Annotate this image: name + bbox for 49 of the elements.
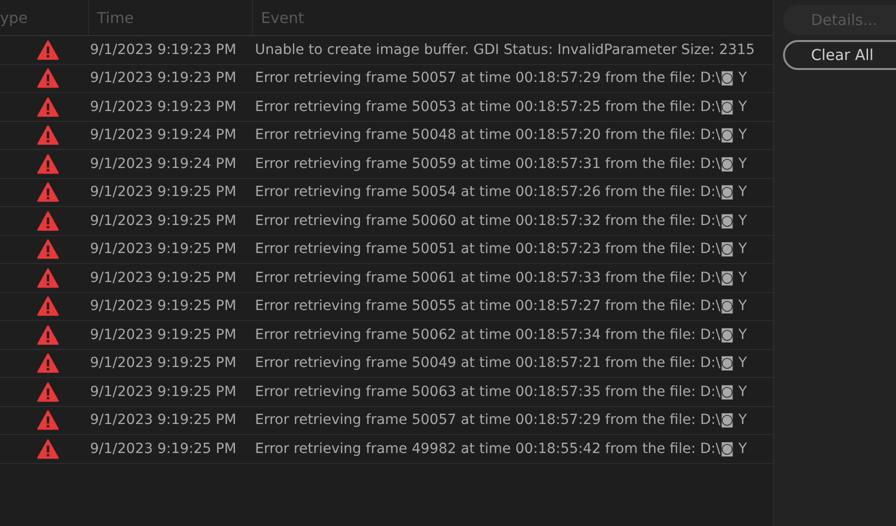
table-cell-text: 9/1/2023 9:19:25 PM — [89, 270, 238, 286]
warning-icon — [37, 96, 59, 117]
warning-icon — [37, 268, 59, 288]
warning-icon — [37, 182, 59, 202]
table-cell-text: Unable to create image buffer. GDI Status: InvalidParameter Size: 2315 — [254, 42, 756, 58]
warning-icon — [37, 353, 59, 374]
table-cell-text: Error retrieving frame 50053 at time 00:18:57:25 from the file: D:\◙ Y — [254, 98, 748, 115]
table-cell-text: Error retrieving frame 50055 at time 00:18:57:27 from the file: D:\◙ Y — [254, 298, 748, 314]
table-cell-text: Error retrieving frame 50051 at time 00:18:57:23 from the file: D:\◙ Y — [254, 241, 748, 258]
table-cell-text: Error retrieving frame 49982 at time 00:18:55:42 from the file: D:\◙ Y — [254, 440, 748, 457]
table-cell-text: 9/1/2023 9:19:25 PM — [89, 326, 238, 343]
table-cell-text: 9/1/2023 9:19:25 PM — [89, 384, 238, 400]
table-cell-text: Error retrieving frame 50063 at time 00:18:57:35 from the file: D:\◙ Y — [254, 384, 748, 400]
table-cell-text: 9/1/2023 9:19:25 PM — [89, 241, 238, 258]
column-header[interactable]: Time — [88, 0, 252, 35]
column-header[interactable]: ype — [0, 0, 88, 35]
table-cell-text: Error retrieving frame 50060 at time 00:18:57:32 from the file: D:\◙ Y — [254, 212, 748, 229]
table-cell-text: Error retrieving frame 50049 at time 00:18:57:21 from the file: D:\◙ Y — [254, 355, 748, 372]
table-cell-text: Error retrieving frame 50048 at time 00:18:57:20 from the file: D:\◙ Y — [254, 127, 748, 144]
table-cell-text: Error retrieving frame 50062 at time 00:18:57:34 from the file: D:\◙ Y — [254, 326, 748, 343]
table-cell-text: Error retrieving frame 50059 at time 00:18:57:31 from the file: D:\◙ Y — [254, 156, 748, 172]
warning-icon — [37, 324, 59, 345]
table-cell-text: 9/1/2023 9:19:25 PM — [89, 212, 238, 229]
warning-icon — [37, 210, 59, 231]
warning-icon — [37, 68, 59, 88]
table-cell-text: 9/1/2023 9:19:24 PM — [89, 156, 238, 172]
warning-icon — [37, 382, 59, 402]
warning-icon — [37, 125, 59, 146]
warning-icon — [37, 438, 59, 459]
warning-icon — [37, 154, 59, 174]
warning-icon — [37, 40, 59, 60]
table-cell-text: 9/1/2023 9:19:23 PM — [89, 98, 238, 115]
table-cell-text: 9/1/2023 9:19:25 PM — [89, 298, 238, 314]
table-cell-text: 9/1/2023 9:19:25 PM — [89, 355, 238, 372]
table-cell-text: Error retrieving frame 50057 at time 00:18:57:29 from the file: D:\◙ Y — [254, 70, 748, 86]
warning-icon — [37, 296, 59, 316]
table-cell-text: Error retrieving frame 50057 at time 00:18:57:29 from the file: D:\◙ Y — [254, 412, 748, 428]
clear-all-button[interactable]: Clear All — [783, 40, 896, 70]
warning-icon — [37, 410, 59, 430]
table-cell-text: 9/1/2023 9:19:23 PM — [89, 70, 238, 86]
table-cell-text: Error retrieving frame 50054 at time 00:18:57:26 from the file: D:\◙ Y — [254, 184, 748, 200]
table-cell-text: 9/1/2023 9:19:23 PM — [89, 42, 238, 58]
column-header[interactable]: Event — [252, 0, 773, 35]
table-cell-text: 9/1/2023 9:19:25 PM — [89, 440, 238, 457]
warning-icon — [37, 239, 59, 260]
table-cell-text: 9/1/2023 9:19:24 PM — [89, 127, 238, 144]
table-cell-text: 9/1/2023 9:19:25 PM — [89, 412, 238, 428]
table-cell-text: 9/1/2023 9:19:25 PM — [89, 184, 238, 200]
table-cell-text: Error retrieving frame 50061 at time 00:18:57:33 from the file: D:\◙ Y — [254, 270, 748, 286]
